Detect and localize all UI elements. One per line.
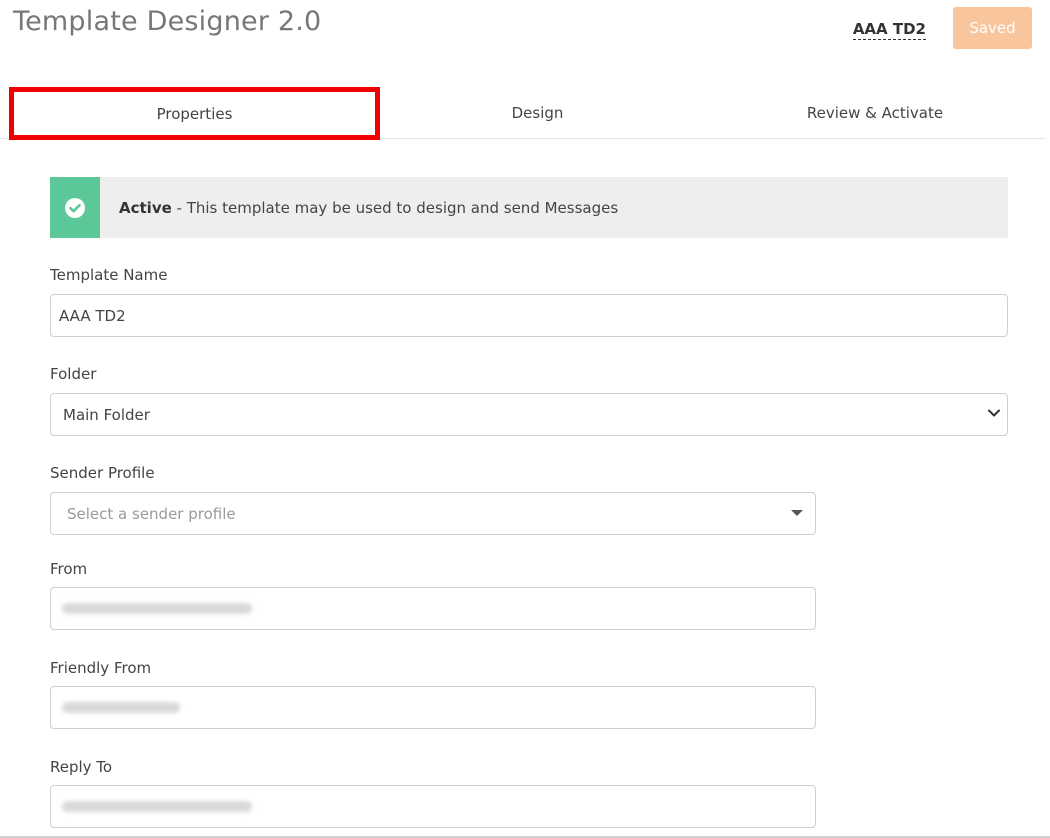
tab-review-activate[interactable]: Review & Activate [705,88,1045,138]
redacted-value [62,603,252,614]
redacted-value [62,702,180,713]
folder-select[interactable]: Main Folder [50,393,1008,436]
tab-properties-label: Properties [156,104,233,123]
friendly-from-label: Friendly From [50,659,152,677]
template-name-link[interactable]: AAA TD2 [852,20,926,40]
friendly-from-input[interactable] [50,686,816,729]
chevron-down-icon [988,409,1000,417]
status-banner: Active - This template may be used to de… [50,177,1008,238]
tab-properties[interactable]: Properties [9,87,380,140]
tab-design-label: Design [511,104,564,122]
sender-profile-select[interactable]: Select a sender profile [50,492,816,535]
saved-button[interactable]: Saved [953,7,1032,49]
tab-bar: Properties Design Review & Activate [0,87,1045,140]
check-circle-icon [65,197,85,218]
redacted-value [62,801,252,812]
caret-down-icon [791,510,803,516]
from-label: From [50,560,88,578]
status-title: Active [119,198,172,217]
reply-to-input[interactable] [50,785,816,828]
template-name-input[interactable]: AAA TD2 [50,294,1008,337]
template-name-value: AAA TD2 [59,306,126,325]
tab-design[interactable]: Design [380,88,695,138]
reply-to-label: Reply To [50,758,113,776]
folder-label: Folder [50,365,97,383]
status-message: - This template may be used to design an… [171,198,619,217]
status-text: Active - This template may be used to de… [119,199,618,217]
tab-review-label: Review & Activate [806,104,944,122]
sender-profile-label: Sender Profile [50,464,155,482]
from-input[interactable] [50,587,816,630]
status-icon-box [50,177,100,238]
folder-selected-value: Main Folder [63,405,150,424]
template-name-label: Template Name [50,266,168,284]
app-title: Template Designer 2.0 [13,6,322,37]
sender-profile-placeholder: Select a sender profile [67,504,236,523]
